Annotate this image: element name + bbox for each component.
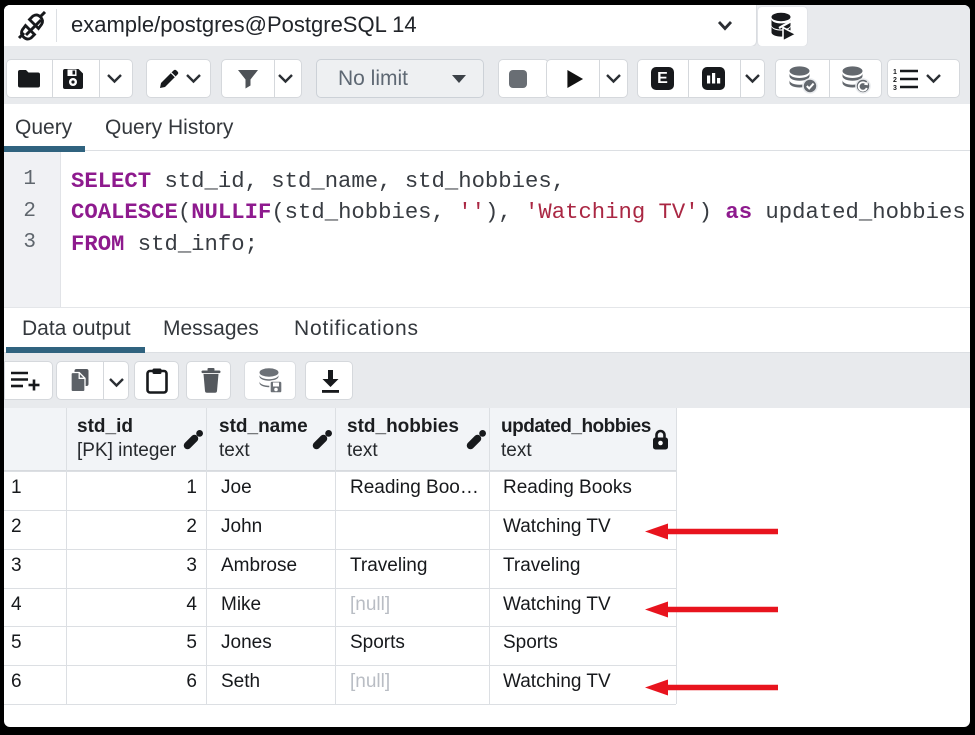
svg-text:2: 2	[893, 77, 897, 84]
svg-text:3: 3	[893, 85, 897, 90]
svg-text:1: 1	[893, 69, 897, 76]
